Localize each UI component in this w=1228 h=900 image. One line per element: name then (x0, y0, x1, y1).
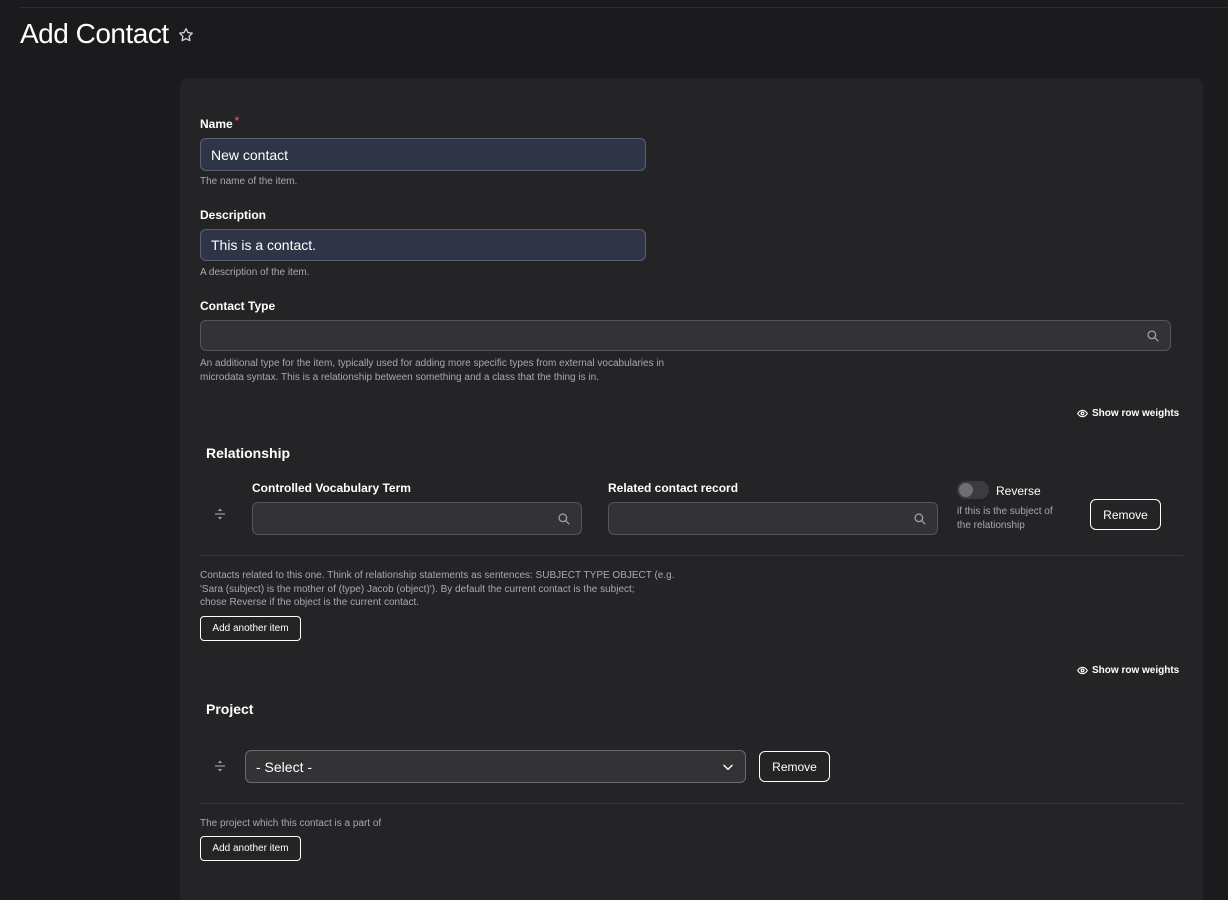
description-help: A description of the item. (200, 267, 310, 278)
required-marker: * (234, 115, 239, 127)
name-help: The name of the item. (200, 176, 298, 187)
reverse-toggle[interactable] (957, 481, 989, 499)
description-input[interactable]: This is a contact. (200, 229, 646, 261)
eye-icon (1077, 409, 1088, 418)
description-input-value: This is a contact. (211, 237, 317, 253)
project-select[interactable]: - Select - (245, 750, 746, 783)
page-title: Add Contact (20, 18, 169, 49)
relationship-remove-button[interactable]: Remove (1090, 499, 1161, 530)
relationship-show-row-weights[interactable]: Show row weights (1077, 408, 1179, 419)
project-title: Project (206, 701, 254, 717)
eye-icon (1077, 666, 1088, 675)
drag-handle-icon[interactable] (213, 507, 227, 521)
search-icon (558, 513, 570, 525)
project-show-row-weights[interactable]: Show row weights (1077, 665, 1179, 676)
description-label: Description (200, 208, 267, 222)
form-card: Name * New contact The name of the item. … (180, 78, 1203, 900)
toggle-knob (959, 483, 973, 497)
contact-type-help: An additional type for the item, typical… (200, 358, 665, 383)
search-icon (1147, 330, 1159, 342)
contact-type-input[interactable] (200, 320, 1171, 351)
contact-type-label: Contact Type (200, 299, 276, 313)
related-contact-label: Related contact record (608, 481, 739, 495)
search-icon (914, 513, 926, 525)
star-icon[interactable] (177, 26, 195, 44)
related-contact-input[interactable] (608, 502, 938, 535)
reverse-label: Reverse (996, 484, 1041, 498)
project-divider (200, 803, 1183, 804)
project-remove-button[interactable]: Remove (759, 751, 830, 782)
project-add-button[interactable]: Add another item (200, 836, 301, 861)
name-input[interactable]: New contact (200, 138, 646, 171)
drag-handle-icon[interactable] (213, 759, 227, 773)
relationship-divider (200, 555, 1183, 556)
relationship-help: Contacts related to this one. Think of r… (200, 570, 675, 608)
reverse-help: if this is the subject of the relationsh… (957, 506, 1053, 531)
vocab-term-label: Controlled Vocabulary Term (252, 481, 411, 495)
vocab-term-input[interactable] (252, 502, 582, 535)
name-label: Name * (200, 115, 239, 131)
relationship-title: Relationship (206, 445, 291, 461)
name-input-value: New contact (211, 146, 289, 163)
chevron-down-icon (723, 764, 733, 770)
top-divider (20, 7, 1228, 8)
project-select-value: - Select - (256, 758, 313, 775)
project-help: The project which this contact is a part… (200, 818, 382, 829)
relationship-add-button[interactable]: Add another item (200, 616, 301, 641)
